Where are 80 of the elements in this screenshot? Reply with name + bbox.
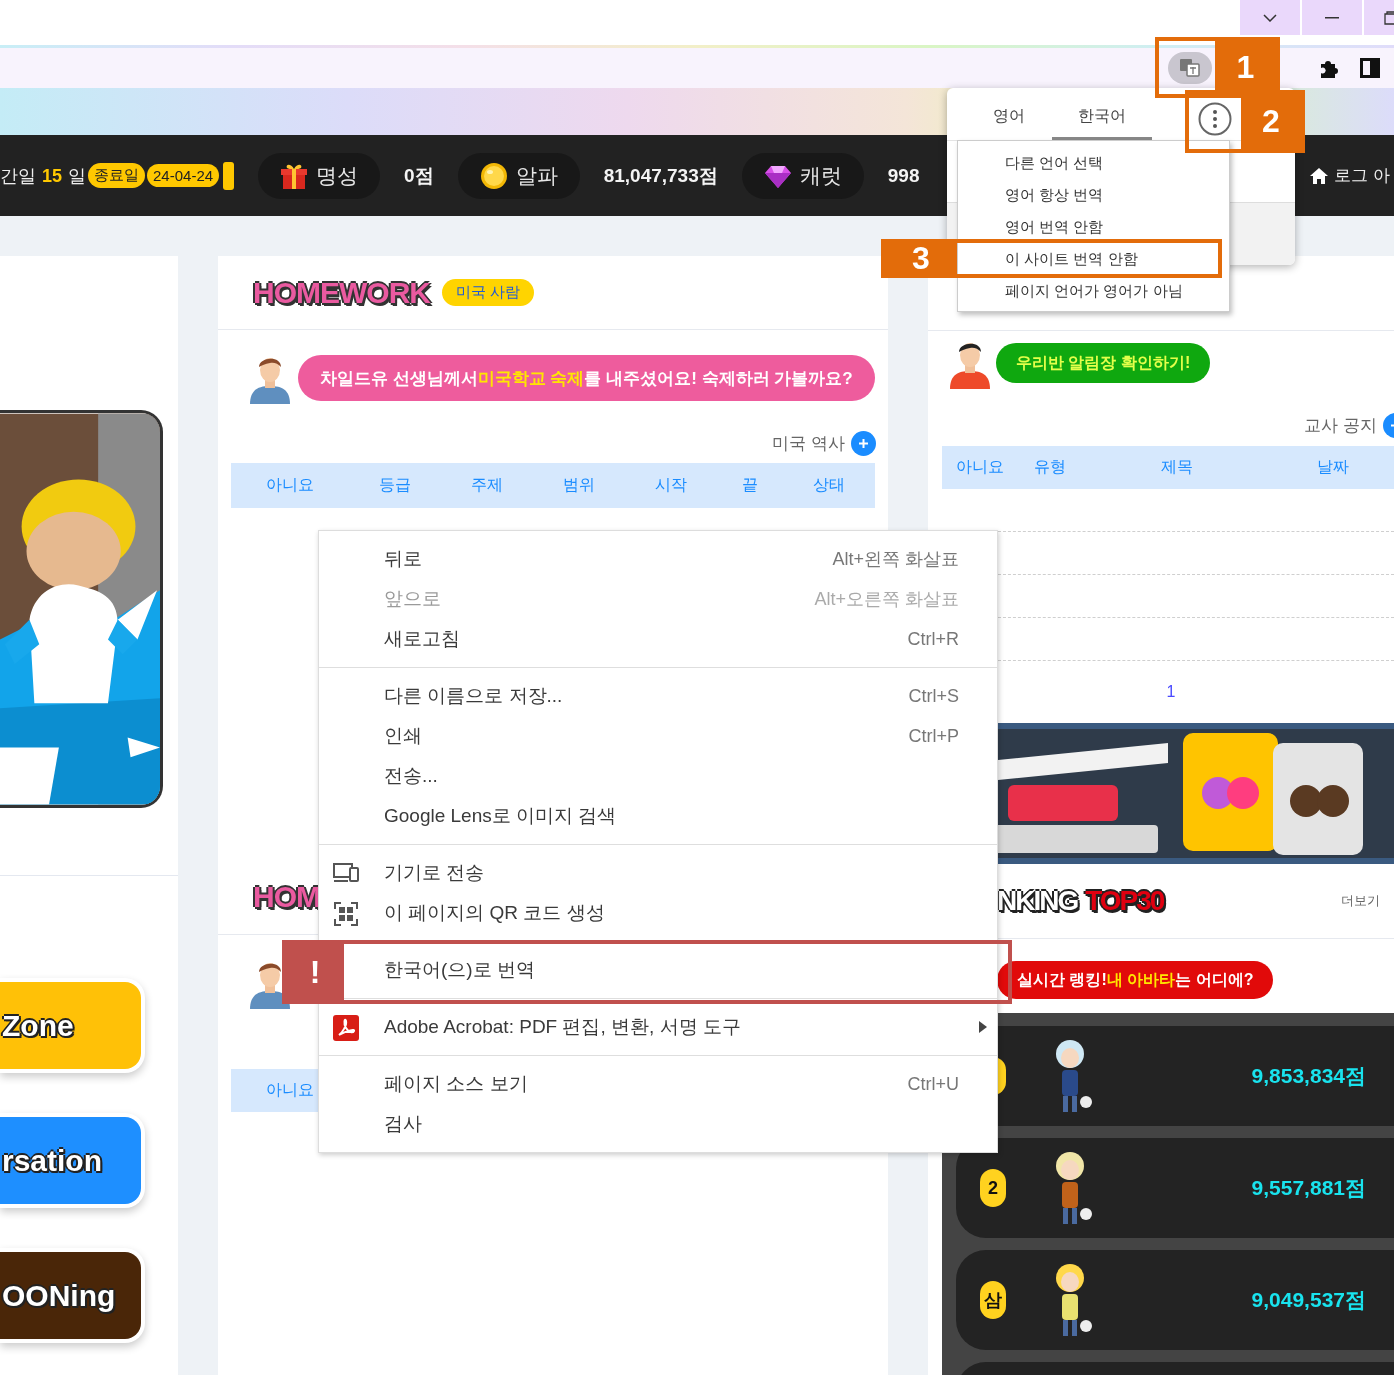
homework-logo: HOM [253,880,320,914]
shortcut-text: Alt+오른쪽 화살표 [814,588,959,611]
page-link[interactable]: 1 [1166,683,1176,701]
column-header: 등급 [378,475,412,495]
shortcut-text: Ctrl+R [907,628,959,650]
menu-item[interactable]: 새로고침 Ctrl+R [319,619,997,659]
menu-item[interactable]: 기기로 전송 [319,853,997,893]
ranking-logo: NKING [997,885,1078,917]
column-header: 주제 [470,475,504,495]
shortcut-text: Alt+왼쪽 화살표 [832,548,959,571]
menu-item[interactable]: 영어 번역 안함 [958,216,1229,238]
sidebar-icon[interactable] [1360,58,1380,78]
menu-item[interactable]: Adobe Acrobat: PDF 편집, 변환, 서명 도구 [319,1007,997,1047]
menu-item[interactable]: 검사 [319,1104,997,1144]
score-text: 9,049,537점 [1251,1287,1366,1313]
column-header: 제목 [1160,457,1194,477]
translate-icon [1179,58,1201,78]
menu-item[interactable]: 다른 이름으로 저장... Ctrl+S [319,676,997,716]
column-header: 범위 [562,475,596,495]
menu-item[interactable]: 뒤로 Alt+왼쪽 화살표 [319,539,997,579]
menu-item[interactable]: 페이지 소스 보기 Ctrl+U [319,1064,997,1104]
restore-icon [1384,10,1394,25]
shortcut-text: Ctrl+U [907,1073,959,1095]
more-icon[interactable] [1198,102,1232,136]
shortcut-text: Ctrl+P [908,725,959,747]
logout-link[interactable]: 로그 아 [1302,164,1394,187]
column-header: 아니요 [265,1080,315,1100]
coin-icon [479,161,508,190]
rank-badge: 삼 [980,1281,1006,1319]
ranking-bubble[interactable]: 실시간 랭킹!내 아바타는 어디에? [997,961,1274,999]
language-tab[interactable]: 영어 [980,95,1038,140]
column-header: 아니요 [955,457,1005,477]
board-title: 교사 공지 [1304,414,1377,437]
menu-item[interactable]: 영어 항상 번역 [958,184,1229,206]
ranking-logo: TOP30 [1085,885,1164,917]
column-header: 아니요 [265,475,315,495]
step-number: ! [286,944,344,1000]
minimize-icon [1325,16,1339,19]
step-number: 2 [1241,94,1301,149]
status-mark [223,161,235,190]
end-label: 종료일 [88,163,146,188]
subject-label: 미국 역사 [772,432,845,455]
stat-pill[interactable]: 캐럿 [741,152,864,199]
menu-item[interactable]: 이 페이지의 QR 코드 생성 [319,893,997,933]
menu-item[interactable]: 이 사이트 번역 안함 [958,248,1229,270]
column-header: 날짜 [1316,457,1350,477]
stat-value: 998 [887,164,920,187]
qr-code-icon [333,901,359,927]
menu-item[interactable]: 페이지 언어가 영어가 아님 [958,280,1229,302]
logout-text: 로그 아 [1334,165,1390,187]
submenu-arrow-icon [979,1021,987,1033]
translate-button[interactable] [1168,52,1212,84]
stat-pill[interactable]: 명성 [258,152,381,199]
home-icon [1310,167,1328,184]
shortcut-text: Ctrl+S [908,685,959,707]
rank-badge: 2 [980,1169,1006,1207]
column-header: 끝 [741,475,759,495]
menu-item[interactable]: 인쇄 Ctrl+P [319,716,997,756]
period-text: 간일 15 일 [0,164,87,188]
column-header: 상태 [812,475,846,495]
stat-pill[interactable]: 알파 [457,152,580,199]
menu-item[interactable]: Google Lens로 이미지 검색 [319,796,997,836]
stat-value: 0점 [404,163,434,188]
score-text: 9,853,834점 [1251,1063,1366,1089]
score-text: 9,557,881점 [1251,1175,1366,1201]
stat-value: 81,047,733점 [603,163,718,188]
menu-item[interactable]: 한국어(으)로 번역 [343,950,997,990]
homework-logo: HOMEWORK [253,275,430,310]
add-icon[interactable] [851,430,876,456]
end-date: 24-04-24 [147,164,220,187]
pdf-icon [333,1015,359,1041]
more-link[interactable]: 더보기 [1341,892,1380,910]
column-header: 유형 [1033,457,1067,477]
message-bubble: 차일드유 선생님께서미국학교 숙제를 내주셨어요! 숙제하러 가볼까요? [298,355,875,401]
category-badge: 미국 사람 [442,279,535,306]
menu-item[interactable]: 전송... [319,756,997,796]
column-header: 시작 [654,475,688,495]
chevron-down-icon [1263,13,1277,22]
menu-item[interactable]: 다른 언어 선택 [958,152,1229,174]
step-number: 3 [885,243,957,274]
